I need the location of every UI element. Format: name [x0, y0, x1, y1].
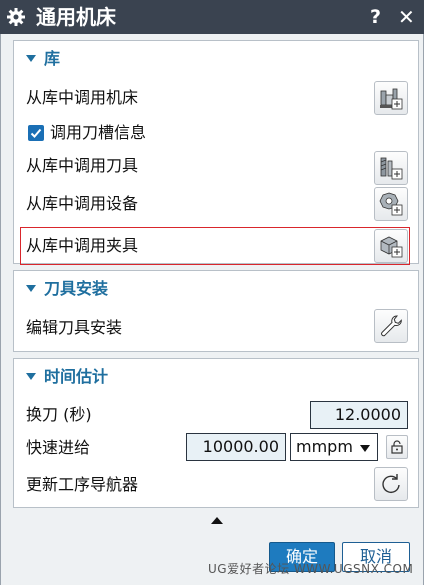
- rapid-feed-lock-button[interactable]: [386, 435, 408, 459]
- collapse-triangle-icon: [26, 373, 36, 380]
- retrieve-fixture-button[interactable]: [374, 229, 408, 263]
- update-navigator-label: 更新工序导航器: [26, 475, 139, 494]
- edit-tool-mount-button[interactable]: [374, 309, 408, 343]
- collapse-expander[interactable]: [13, 510, 419, 530]
- time-estimate-section-title: 时间估计: [44, 367, 109, 386]
- chevron-up-icon: [211, 517, 223, 524]
- rapid-feed-label: 快速进给: [26, 438, 91, 457]
- tool-change-label: 换刀 (秒): [26, 405, 92, 424]
- fixture-library-icon: [380, 236, 403, 258]
- retrieve-device-label: 从库中调用设备: [26, 194, 139, 213]
- retrieve-pocket-info-label: 调用刀槽信息: [50, 123, 147, 142]
- collapse-triangle-icon: [26, 55, 36, 62]
- device-library-icon: [379, 192, 403, 216]
- library-section: 库 从库中调用机床 调用刀槽信息 从库中调用刀具 从库中调用设备 从库中调用夹具: [13, 40, 419, 265]
- window-title: 通用机床: [36, 5, 116, 29]
- retrieve-fixture-label: 从库中调用夹具: [26, 236, 139, 255]
- checkmark-icon: [30, 128, 42, 138]
- library-section-title: 库: [44, 49, 61, 68]
- chevron-down-icon: [360, 445, 370, 452]
- edit-tool-mount-label: 编辑刀具安装: [26, 318, 123, 337]
- library-section-header[interactable]: 库: [14, 41, 418, 77]
- rapid-feed-input[interactable]: 10000.00: [186, 433, 286, 461]
- tool-change-input[interactable]: 12.0000: [310, 401, 408, 429]
- rapid-feed-unit-select[interactable]: mmpm: [290, 433, 378, 461]
- tool-mount-section: 刀具安装 编辑刀具安装: [13, 270, 419, 352]
- retrieve-tool-button[interactable]: [374, 151, 408, 185]
- tool-mount-section-title: 刀具安装: [44, 279, 109, 298]
- update-navigator-button[interactable]: [374, 467, 408, 501]
- close-button[interactable]: ✕: [398, 4, 415, 30]
- tool-library-icon: [380, 157, 403, 180]
- title-bar: 通用机床 ? ✕: [0, 0, 424, 34]
- tool-mount-section-header[interactable]: 刀具安装: [14, 271, 418, 307]
- machine-library-icon: [380, 88, 403, 110]
- retrieve-machine-label: 从库中调用机床: [26, 88, 139, 107]
- retrieve-pocket-info-checkbox[interactable]: [28, 125, 44, 141]
- retrieve-machine-button[interactable]: [374, 81, 408, 115]
- gear-icon[interactable]: [6, 7, 26, 27]
- wrench-icon: [381, 315, 402, 337]
- collapse-triangle-icon: [26, 285, 36, 292]
- retrieve-device-button[interactable]: [374, 187, 408, 221]
- retrieve-tool-label: 从库中调用刀具: [26, 156, 139, 175]
- rapid-feed-unit-value: mmpm: [296, 437, 353, 456]
- watermark-text: UG爱好者论坛 WWW.UGSNX.COM: [208, 562, 414, 576]
- lock-icon: [391, 440, 403, 454]
- time-estimate-section-header[interactable]: 时间估计: [14, 359, 418, 395]
- refresh-icon: [382, 474, 400, 494]
- dialog-body: 库 从库中调用机床 调用刀槽信息 从库中调用刀具 从库中调用设备 从库中调用夹具…: [0, 34, 424, 585]
- time-estimate-section: 时间估计 换刀 (秒) 12.0000 快速进给 10000.00 mmpm 更…: [13, 358, 419, 508]
- help-button[interactable]: ?: [370, 5, 381, 29]
